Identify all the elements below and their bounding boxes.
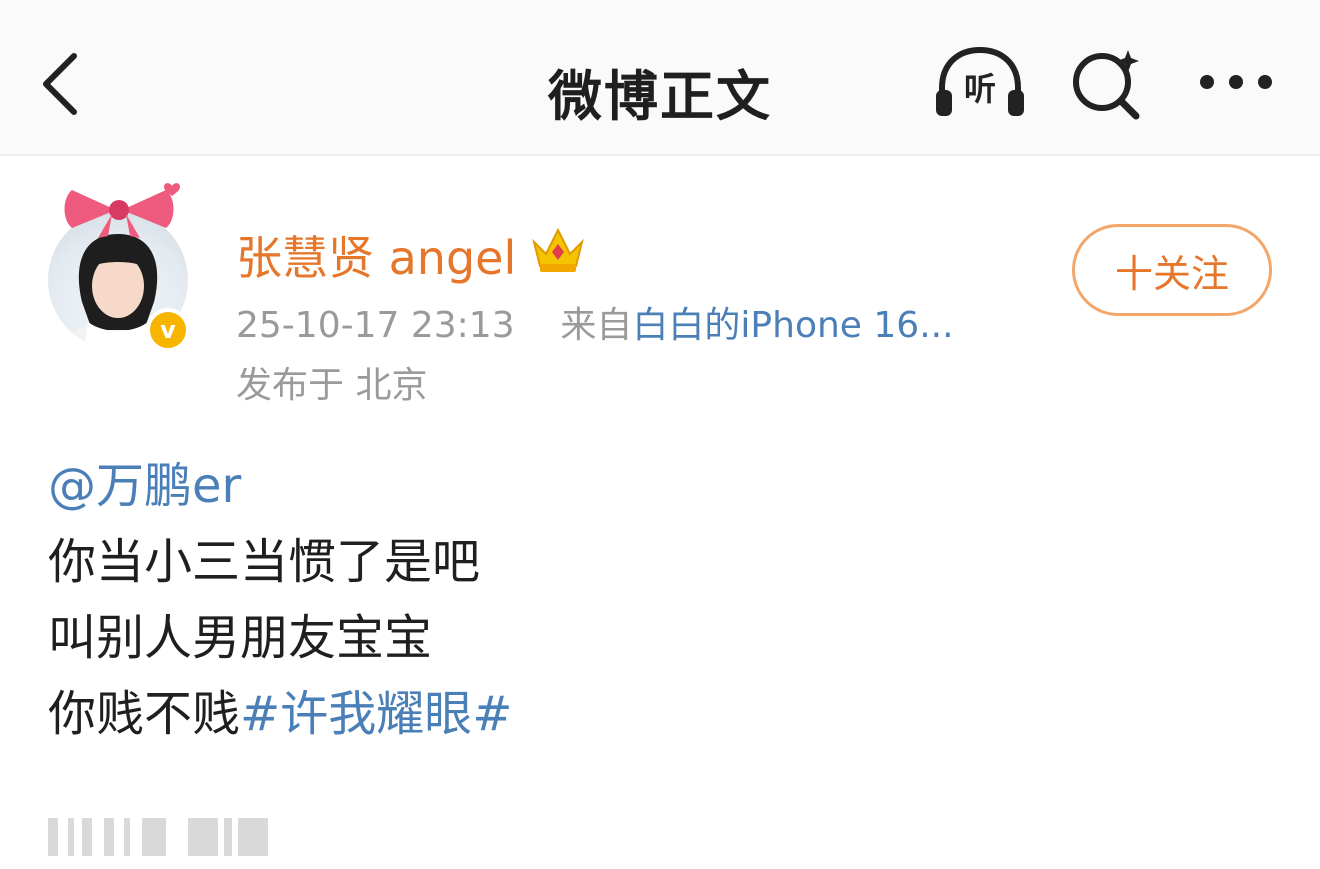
- post-timestamp: 25-10-17 23:13: [236, 305, 515, 346]
- more-options-button[interactable]: [1192, 58, 1280, 106]
- post-location: 发布于 北京: [236, 365, 428, 406]
- crown-icon: [532, 227, 584, 272]
- bow-icon: [64, 183, 180, 238]
- verified-badge: v: [146, 308, 190, 352]
- truncated-action-bar: [48, 818, 278, 856]
- source-prefix: 来自: [560, 305, 633, 346]
- content-line: 叫别人男朋友宝宝: [48, 610, 433, 666]
- weibo-post-page: 微博正文 听 v 张慧贤 angel 十关注 25-10-17 23:13 来自…: [0, 0, 1320, 869]
- author-name[interactable]: 张慧贤 angel: [236, 222, 516, 288]
- hashtag-link[interactable]: #许我耀眼#: [240, 686, 512, 742]
- mention-link[interactable]: @万鹏er: [48, 458, 241, 514]
- author-avatar[interactable]: v: [40, 180, 210, 355]
- post-meta: 25-10-17 23:13 来自白白的iPhone 16...: [236, 296, 954, 348]
- more-dots-icon: [1258, 75, 1272, 89]
- top-navigation-bar: 微博正文 听: [0, 0, 1320, 156]
- more-dots-icon: [1200, 75, 1214, 89]
- content-line: 你当小三当惯了是吧: [48, 534, 481, 590]
- more-dots-icon: [1229, 75, 1243, 89]
- listen-button[interactable]: 听: [930, 44, 1030, 124]
- search-button[interactable]: [1066, 42, 1152, 122]
- source-device-link[interactable]: 白白的iPhone 16...: [632, 305, 953, 346]
- content-line: 你贱不贱: [48, 686, 241, 742]
- search-sparkle-icon: [1073, 50, 1140, 120]
- listen-label: 听: [963, 70, 996, 108]
- post-content: @万鹏er 你当小三当惯了是吧 叫别人男朋友宝宝 你贱不贱#许我耀眼#: [48, 448, 512, 752]
- follow-button[interactable]: 十关注: [1072, 224, 1272, 316]
